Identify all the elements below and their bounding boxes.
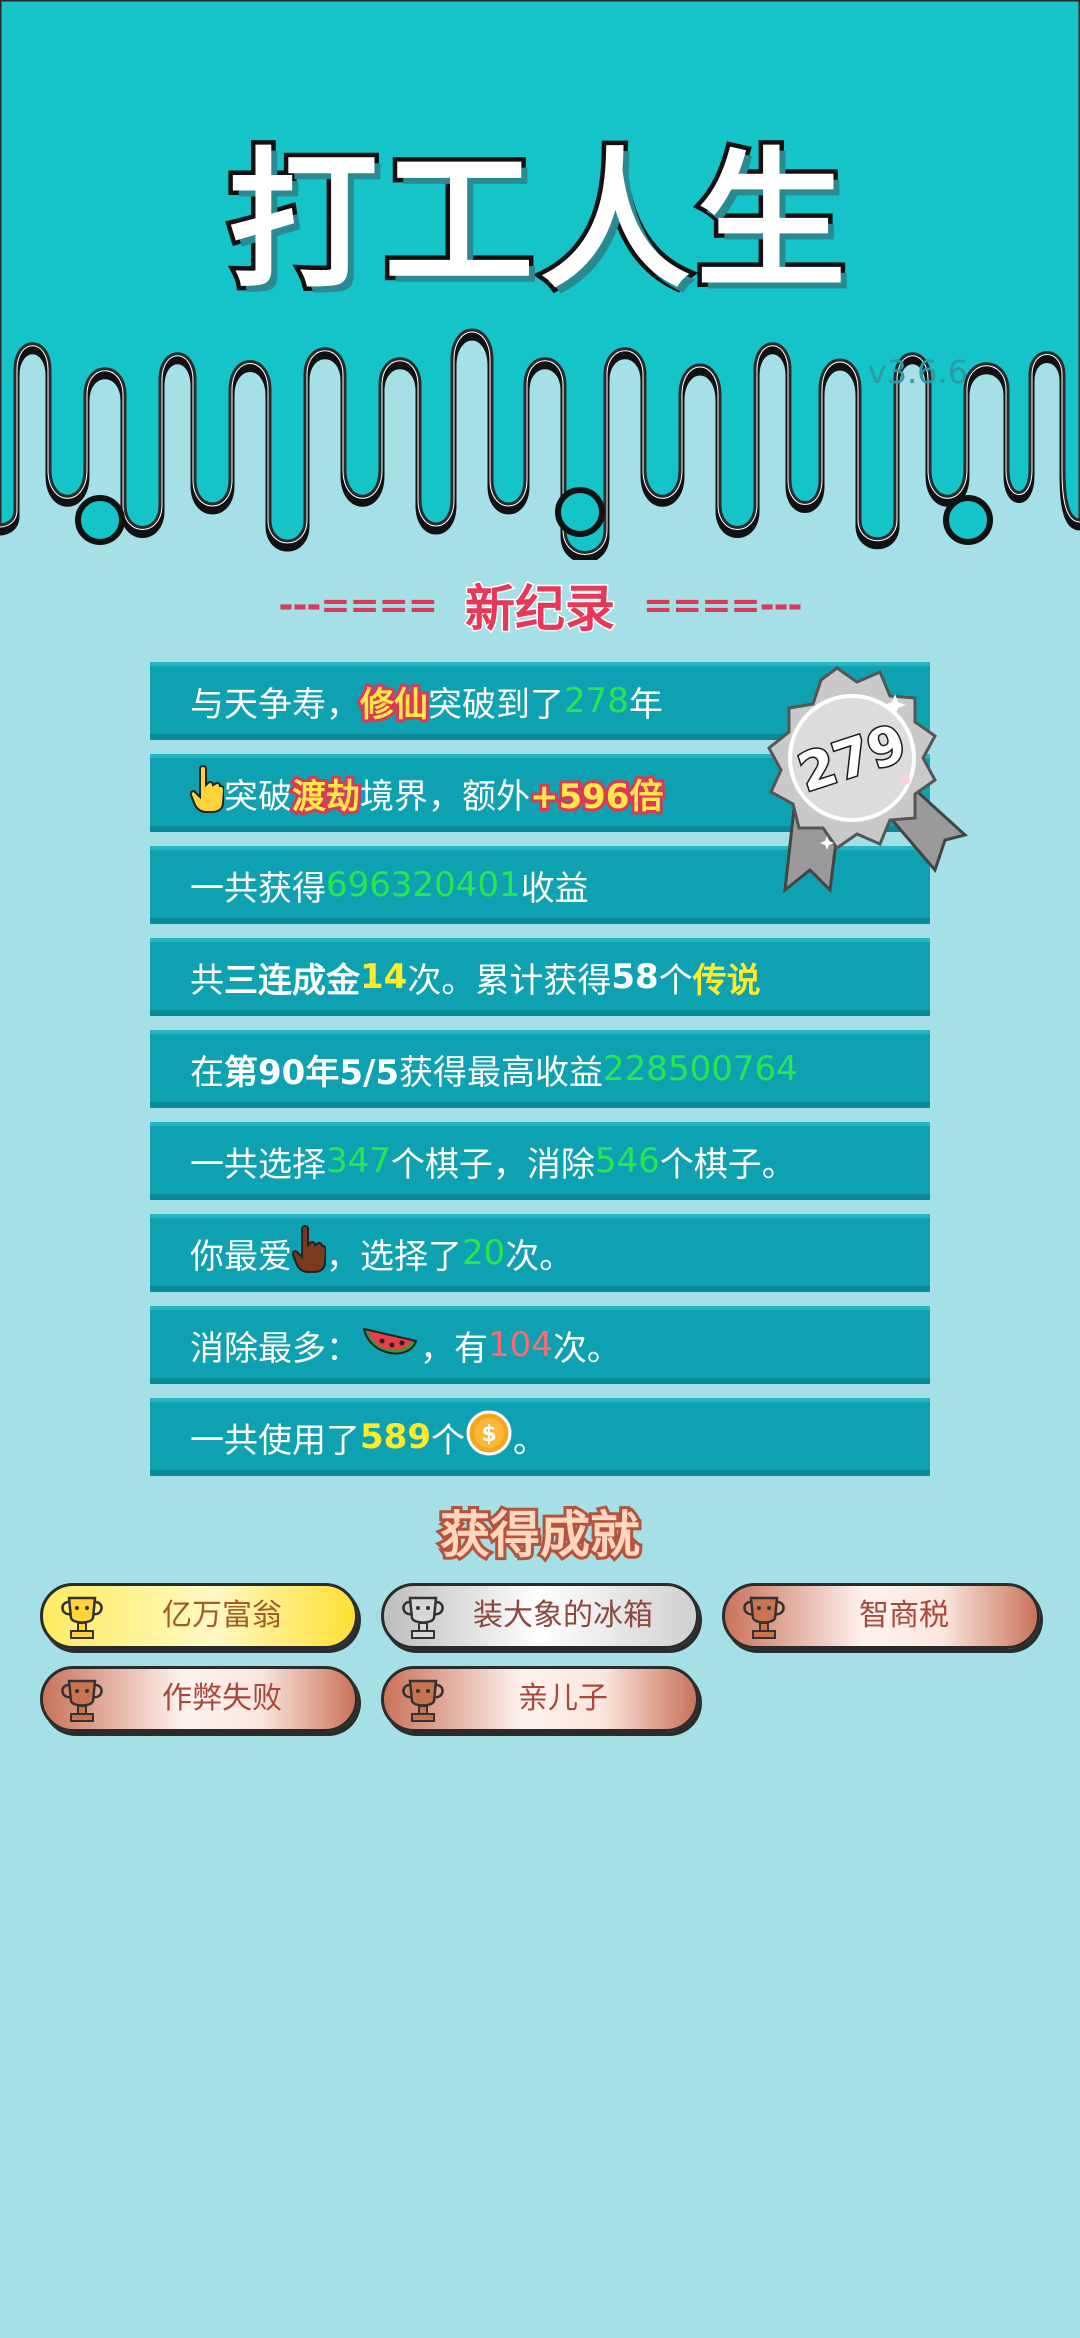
achievement-badge[interactable]: 作弊失败 [40, 1666, 358, 1732]
achievements-title: 获得成就 [437, 1503, 643, 1567]
stat-row-highest-income: 在 第90年5/5 获得最高收益 228500764 [150, 1030, 930, 1108]
achievement-label: 装大象的冰箱 [473, 1598, 653, 1633]
stat-row-pieces: 一共选择 347 个棋子，消除 546 个棋子。 [150, 1122, 930, 1200]
achievement-label: 智商税 [859, 1598, 949, 1633]
medal-icon: 279 [767, 666, 969, 894]
achievement-badge[interactable]: 亿万富翁 [40, 1583, 358, 1649]
achievement-badge[interactable]: 亲儿子 [381, 1666, 699, 1732]
record-dashes-left: ---==== [278, 584, 438, 626]
record-dashes-right: ====--- [643, 584, 802, 626]
new-record-heading: ---==== 新纪录 ====--- [0, 575, 1080, 640]
achievement-label: 作弊失败 [162, 1681, 282, 1716]
game-header: 打工人生 v3.6.6 [0, 0, 1080, 560]
medal-badge: 279 [735, 660, 970, 909]
stat-row-favorite: 你最爱 ，选择了 20 次。 [150, 1214, 930, 1292]
stat-row-most-eliminated: 消除最多： ，有 104 次。 [150, 1306, 930, 1384]
watermelon-icon [360, 1317, 420, 1374]
pointing-hand-dark-icon [291, 1224, 328, 1282]
achievement-badge[interactable]: 装大象的冰箱 [381, 1583, 699, 1649]
pointing-hand-icon [189, 764, 226, 822]
trophy-icon [398, 1675, 448, 1729]
stat-row-coins-used: 一共使用了 589 个 $ 。 [150, 1398, 930, 1476]
trophy-icon [57, 1592, 107, 1646]
achievement-badge[interactable]: 智商税 [722, 1583, 1040, 1649]
record-title: 新纪录 [464, 579, 617, 640]
trophy-icon [739, 1592, 789, 1646]
coin-icon: $ [465, 1409, 513, 1466]
version-label: v3.6.6 [867, 353, 968, 391]
achievement-label: 亲儿子 [518, 1681, 608, 1716]
game-title: 打工人生 [223, 131, 852, 314]
trophy-icon [57, 1675, 107, 1729]
svg-text:$: $ [481, 1422, 496, 1447]
trophy-icon [398, 1592, 448, 1646]
achievement-label: 亿万富翁 [162, 1598, 282, 1633]
stat-row-triple-gold: 共三连成金 14 次。累计获得 58 个传说 [150, 938, 930, 1016]
